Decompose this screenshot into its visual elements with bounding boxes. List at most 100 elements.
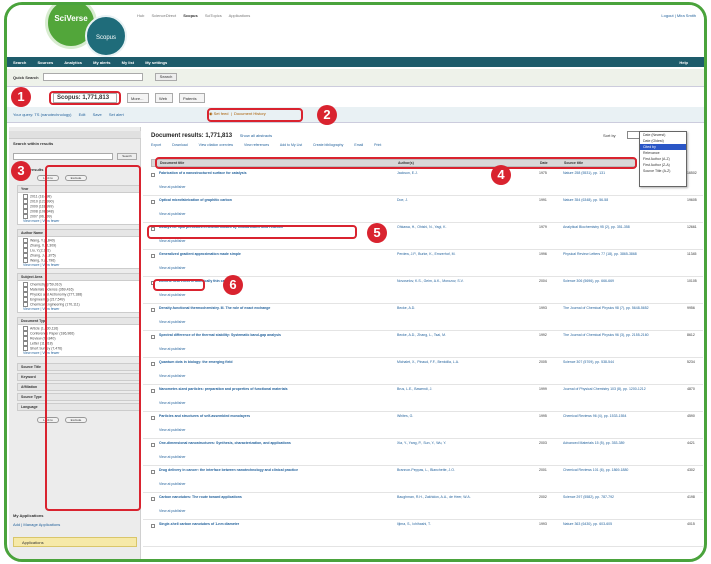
view-at-publisher-link[interactable]: View at publisher: [159, 266, 186, 270]
view-at-publisher-link[interactable]: View at publisher: [159, 482, 186, 486]
cited-by-count[interactable]: 5234: [687, 360, 695, 364]
nav-list[interactable]: My list: [122, 60, 134, 65]
document-title-link[interactable]: Quantum dots in biology: the emerging fi…: [159, 360, 379, 365]
sidebar-collapse-bar[interactable]: [9, 131, 141, 139]
view-at-publisher-link[interactable]: View at publisher: [159, 509, 186, 513]
cited-by-count[interactable]: 4870: [687, 387, 695, 391]
source-link[interactable]: The Journal of Chemical Physics 96 (3), …: [563, 333, 649, 338]
action-citation-overview[interactable]: View citation overview: [199, 143, 233, 147]
view-at-publisher-link[interactable]: View at publisher: [159, 293, 186, 297]
user-links[interactable]: Logout | Mira Smith: [661, 13, 696, 18]
view-at-publisher-link[interactable]: View at publisher: [159, 239, 186, 243]
cited-by-count[interactable]: 11345: [687, 252, 696, 256]
cited-by-count[interactable]: 16502: [687, 171, 697, 175]
view-at-publisher-link[interactable]: View at publisher: [159, 455, 186, 459]
authors-link[interactable]: Becke, A.D.: [397, 306, 507, 311]
row-checkbox[interactable]: [151, 200, 155, 204]
cited-by-count[interactable]: 4590: [687, 414, 695, 418]
action-export[interactable]: Export: [151, 143, 161, 147]
nav-help[interactable]: Help: [679, 60, 688, 65]
tab-web[interactable]: Web: [155, 93, 173, 103]
document-title-link[interactable]: Single-shell carbon nanotubes of 1-nm di…: [159, 522, 379, 527]
source-link[interactable]: Chemical Reviews 96 (4), pp. 1533-1554: [563, 414, 649, 419]
row-checkbox[interactable]: [151, 362, 155, 366]
cited-by-count[interactable]: 10105: [687, 279, 697, 283]
view-at-publisher-link[interactable]: View at publisher: [159, 347, 186, 351]
source-link[interactable]: Chemical Reviews 101 (6), pp. 1869-1880: [563, 468, 649, 473]
view-at-publisher-link[interactable]: View at publisher: [159, 320, 186, 324]
sort-option[interactable]: Source Title (A-Z): [640, 168, 686, 174]
authors-link[interactable]: Ohkawa, H., Ohishi, N., Yagi, K.: [397, 225, 507, 230]
action-download[interactable]: Download: [172, 143, 188, 147]
document-title-link[interactable]: One-dimensional nanostructures: Synthesi…: [159, 441, 379, 446]
document-title-link[interactable]: Nanometer-sized particles: preparation a…: [159, 387, 379, 392]
scopus-logo[interactable]: Scopus: [85, 15, 127, 57]
search-within-button[interactable]: Search: [117, 153, 137, 160]
top-link-hub[interactable]: Hub: [137, 13, 144, 18]
authors-link[interactable]: Michalet, X., Pinaud, F.F., Bentolila, L…: [397, 360, 507, 365]
document-title-link[interactable]: Optical microfabrication of graphitic ca…: [159, 198, 379, 203]
cited-by-count[interactable]: 4015: [687, 522, 695, 526]
document-title-link[interactable]: Generalized gradient approximation made …: [159, 252, 379, 257]
document-title-link[interactable]: Density-functional thermochemistry. III.…: [159, 306, 379, 311]
row-checkbox[interactable]: [151, 308, 155, 312]
cited-by-count[interactable]: 8612: [687, 333, 695, 337]
top-link-applications[interactable]: Applications: [229, 13, 251, 18]
cited-by-count[interactable]: 19605: [687, 198, 697, 202]
row-checkbox[interactable]: [151, 497, 155, 501]
authors-link[interactable]: Brannon-Peppas, L., Blanchette, J.O.: [397, 468, 507, 473]
show-abstracts-link[interactable]: Show all abstracts: [240, 133, 272, 138]
document-title-link[interactable]: Drug delivery in cancer: the interface b…: [159, 468, 379, 473]
source-link[interactable]: Science 297 (5582), pp. 787-792: [563, 495, 649, 500]
authors-link[interactable]: Iijima, S., Ichihashi, T.: [397, 522, 507, 527]
cited-by-count[interactable]: 9956: [687, 306, 695, 310]
authors-link[interactable]: Brus, L.E., Bawendi, J.: [397, 387, 507, 392]
action-references[interactable]: View references: [244, 143, 269, 147]
sort-dropdown[interactable]: Date (Newest) Date (Oldest) Cited by Rel…: [639, 131, 687, 187]
top-link-scitopics[interactable]: SciTopics: [205, 13, 222, 18]
search-within-input[interactable]: [13, 153, 113, 160]
row-checkbox[interactable]: [151, 416, 155, 420]
source-link[interactable]: Journal of Physical Chemistry 103 (8), p…: [563, 387, 649, 392]
document-title-link[interactable]: Fabrication of a nanostructured surface …: [159, 171, 379, 176]
cited-by-count[interactable]: 12661: [687, 225, 697, 229]
authors-link[interactable]: Becke, A.D., Zhang, L., Tsai, M.: [397, 333, 507, 338]
view-at-publisher-link[interactable]: View at publisher: [159, 401, 186, 405]
action-print[interactable]: Print: [374, 143, 381, 147]
save-query-button[interactable]: Save: [93, 112, 102, 117]
row-checkbox[interactable]: [151, 254, 155, 258]
edit-query-button[interactable]: Edit: [79, 112, 86, 117]
row-checkbox[interactable]: [151, 470, 155, 474]
authors-link[interactable]: Doe, J.: [397, 198, 507, 203]
top-link-scopus[interactable]: Scopus: [183, 13, 197, 18]
source-link[interactable]: Nature 258 (5531), pp. 131: [563, 171, 649, 176]
action-email[interactable]: Email: [354, 143, 363, 147]
authors-link[interactable]: Xia, Y., Yang, P., Sun, Y., Wu, Y.: [397, 441, 507, 446]
view-at-publisher-link[interactable]: View at publisher: [159, 212, 186, 216]
manage-applications-link[interactable]: Add | Manage Applications: [9, 520, 141, 529]
row-checkbox[interactable]: [151, 389, 155, 393]
row-checkbox[interactable]: [151, 335, 155, 339]
source-link[interactable]: Science 307 (5709), pp. 538-544: [563, 360, 649, 365]
nav-analytics[interactable]: Analytics: [64, 60, 82, 65]
set-alert-button[interactable]: Set alert: [109, 112, 124, 117]
cited-by-count[interactable]: 4421: [687, 441, 695, 445]
source-link[interactable]: Nature 354 (6348), pp. 56-58: [563, 198, 649, 203]
source-link[interactable]: Advanced Materials 15 (5), pp. 353-389: [563, 441, 649, 446]
quick-search-button[interactable]: Search: [155, 73, 177, 81]
view-at-publisher-link[interactable]: View at publisher: [159, 428, 186, 432]
authors-link[interactable]: Whites, G.: [397, 414, 507, 419]
source-link[interactable]: Physical Review Letters 77 (18), pp. 386…: [563, 252, 649, 257]
nav-search[interactable]: Search: [13, 60, 26, 65]
source-link[interactable]: Analytical Biochemistry 95 (2), pp. 351-…: [563, 225, 649, 230]
nav-alerts[interactable]: My alerts: [93, 60, 110, 65]
quick-search-input[interactable]: [43, 73, 143, 81]
tab-patents[interactable]: Patents: [179, 93, 205, 103]
nav-sources[interactable]: Sources: [37, 60, 53, 65]
action-bibliography[interactable]: Create bibliography: [313, 143, 343, 147]
action-add-list[interactable]: Add to My List: [280, 143, 302, 147]
cited-by-count[interactable]: 4198: [687, 495, 695, 499]
view-at-publisher-link[interactable]: View at publisher: [159, 374, 186, 378]
source-link[interactable]: The Journal of Chemical Physics 98 (7), …: [563, 306, 649, 311]
document-title-link[interactable]: Carbon nanotubes: The route toward appli…: [159, 495, 379, 500]
